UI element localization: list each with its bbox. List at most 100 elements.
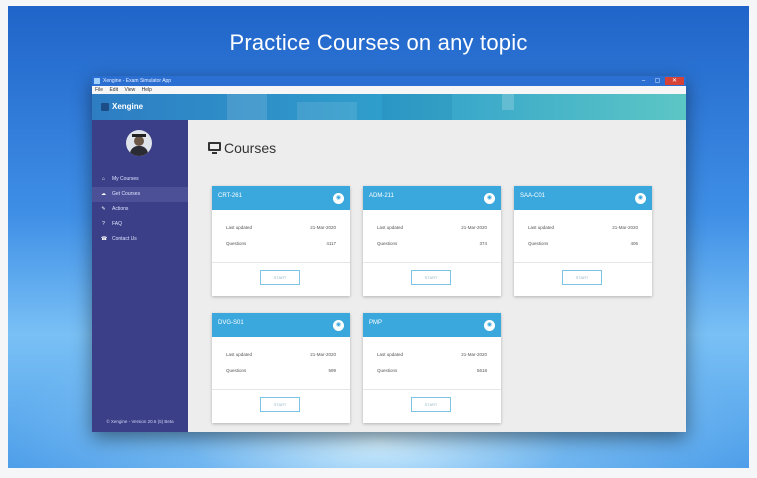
info-icon[interactable]: ◉ [333,193,344,204]
menu-bar: File Edit View Help [92,86,686,94]
start-button[interactable]: START [562,270,602,285]
sidebar-item-contact-us[interactable]: ☎ Contact Us [92,232,188,247]
avatar-body [130,146,148,156]
frame-border-left [0,0,8,478]
monitor-stand [212,152,217,154]
course-name: CRT-261 [218,193,242,199]
questions-value: 406 [630,241,638,246]
last-updated-label: Last updated [528,225,555,230]
course-card-header: DVG-S01 ◉ [212,313,350,337]
course-name: SAA-C01 [520,193,546,199]
questions-label: Questions [377,241,398,246]
last-updated-label: Last updated [226,225,253,230]
sidebar-item-label: My Courses [112,176,139,182]
start-button[interactable]: START [411,397,451,412]
last-updated-row: Last updated 21-Mar-2020 [226,224,336,232]
header-decoration [297,102,357,120]
info-icon[interactable]: ◉ [635,193,646,204]
course-card: CRT-261 ◉ Last updated 21-Mar-2020 Quest… [212,186,350,296]
questions-row: Questions 5618 [377,367,487,375]
last-updated-row: Last updated 21-Mar-2020 [528,224,638,232]
minimize-button[interactable]: – [637,77,650,85]
last-updated-value: 21-Mar-2020 [461,352,487,357]
course-name: ADM-211 [369,193,394,199]
card-divider [514,262,652,263]
last-updated-value: 21-Mar-2020 [310,352,336,357]
questions-value: 374 [479,241,487,246]
sidebar-item-faq[interactable]: ? FAQ [92,217,188,232]
version-text: © Xengine - Version 20.6 (5) Beta [106,419,174,424]
page-title: Courses [224,140,277,156]
promo-headline: Practice Courses on any topic [229,30,528,55]
sidebar-item-label: Get Courses [112,191,141,197]
brand-logo-icon [101,103,109,111]
questions-row: Questions 374 [377,240,487,248]
course-card: SAA-C01 ◉ Last updated 21-Mar-2020 Quest… [514,186,652,296]
frame-border-right [749,0,757,478]
frame-border-top [0,0,757,6]
menu-file[interactable]: File [95,87,103,93]
maximize-button[interactable]: ▢ [651,77,664,85]
last-updated-row: Last updated 21-Mar-2020 [226,351,336,359]
info-icon[interactable]: ◉ [333,320,344,331]
header-decoration [502,94,514,110]
card-divider [212,262,350,263]
home-icon: ⌂ [101,176,106,182]
avatar-head [134,136,144,146]
course-card-header: PMP ◉ [363,313,501,337]
app-header: Xengine [92,94,686,120]
window-title: Xengine - Exam Simulator App [103,78,172,84]
last-updated-row: Last updated 21-Mar-2020 [377,224,487,232]
window-titlebar: Xengine - Exam Simulator App – ▢ ✕ [92,76,686,86]
menu-help[interactable]: Help [142,87,152,93]
app-icon [94,78,100,84]
help-icon: ? [102,221,105,227]
info-icon[interactable]: ◉ [484,320,495,331]
sidebar-item-get-courses[interactable]: ☁ Get Courses [92,187,188,202]
questions-value: 599 [328,368,336,373]
sidebar-item-actions[interactable]: ✎ Actions [92,202,188,217]
questions-label: Questions [528,241,549,246]
start-button[interactable]: START [411,270,451,285]
brand-name: Xengine [112,102,144,111]
course-card-header: SAA-C01 ◉ [514,186,652,210]
course-name: PMP [369,320,383,326]
edit-icon: ✎ [101,206,106,212]
info-icon[interactable]: ◉ [484,193,495,204]
questions-row: Questions 4117 [226,240,336,248]
card-divider [363,389,501,390]
sidebar-item-my-courses[interactable]: ⌂ My Courses [92,172,188,187]
menu-edit[interactable]: Edit [109,87,118,93]
questions-row: Questions 406 [528,240,638,248]
frame-border-bottom [0,468,757,478]
questions-value: 5618 [476,368,487,373]
card-divider [363,262,501,263]
course-name: DVG-S01 [218,320,244,326]
close-button[interactable]: ✕ [665,77,684,85]
cloud-icon: ☁ [101,191,106,197]
questions-label: Questions [226,368,247,373]
sidebar-item-label: Contact Us [112,236,137,242]
main-content: Courses CRT-261 ◉ Last updated 21-Mar-20… [188,120,686,432]
last-updated-label: Last updated [377,352,404,357]
questions-label: Questions [226,241,247,246]
menu-view[interactable]: View [124,87,135,93]
phone-icon: ☎ [101,236,108,242]
sidebar-item-label: Actions [112,206,129,212]
course-card-header: ADM-211 ◉ [363,186,501,210]
start-button[interactable]: START [260,397,300,412]
start-button[interactable]: START [260,270,300,285]
app-window: Xengine - Exam Simulator App – ▢ ✕ File … [92,76,686,432]
course-card: PMP ◉ Last updated 21-Mar-2020 Questions… [363,313,501,423]
header-decoration [382,94,452,120]
header-decoration [227,94,267,120]
last-updated-value: 21-Mar-2020 [310,225,336,230]
last-updated-label: Last updated [226,352,253,357]
course-card: DVG-S01 ◉ Last updated 21-Mar-2020 Quest… [212,313,350,423]
last-updated-label: Last updated [377,225,404,230]
course-card-header: CRT-261 ◉ [212,186,350,210]
sidebar: ⌂ My Courses ☁ Get Courses ✎ Actions ? F… [92,120,188,432]
avatar[interactable] [126,130,152,156]
questions-value: 4117 [326,241,336,246]
graduation-cap-icon [132,134,146,137]
